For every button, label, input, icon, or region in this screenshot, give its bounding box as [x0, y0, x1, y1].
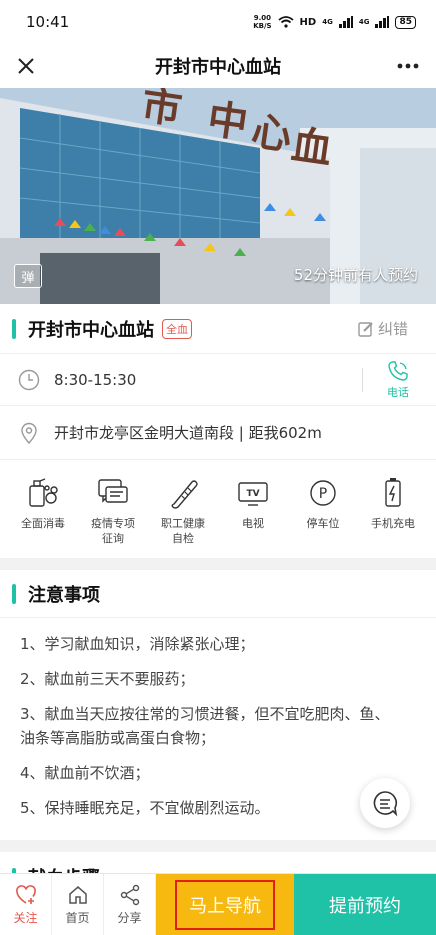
- more-button[interactable]: [394, 52, 422, 80]
- amenity-label: 电视: [242, 517, 264, 530]
- follow-button[interactable]: 关注: [0, 874, 52, 935]
- close-icon: [18, 58, 34, 74]
- correction-label: 纠错: [377, 320, 408, 338]
- station-info-card: 开封市中心血站 全血 纠错 8:30-15:30 电话 开封市龙亭区金明大道南段…: [0, 304, 436, 558]
- navigate-button-highlight: 马上导航: [175, 880, 275, 930]
- amenity-item: TV 电视: [220, 476, 286, 558]
- hours-row: 8:30-15:30 电话: [0, 354, 436, 406]
- note-item: 5、保持睡眠充足，不宜做剧烈运动。: [20, 799, 270, 817]
- note-item: 4、献血前不饮酒；: [20, 764, 150, 782]
- note-item: 3、献血当天应按往常的习惯进餐，但不宜吃肥肉、鱼、油条等高脂肪或高蛋白食物；: [20, 705, 390, 747]
- phone-icon: [388, 361, 408, 381]
- note-item: 2、献血前三天不要服药；: [20, 670, 195, 688]
- book-button[interactable]: 提前预约: [294, 874, 436, 935]
- station-name: 开封市中心血站: [28, 319, 154, 341]
- nav-bar: 开封市中心血站: [0, 44, 436, 88]
- signal-label-2: 4G: [358, 18, 370, 26]
- correction-button[interactable]: 纠错: [358, 318, 408, 339]
- page-title: 开封市中心血站: [155, 57, 281, 78]
- svg-text:TV: TV: [246, 489, 259, 499]
- amenity-item: P 停车位: [290, 476, 356, 558]
- battery-icon: 85: [395, 15, 416, 29]
- phone-button[interactable]: 电话: [380, 360, 416, 402]
- home-icon: [68, 886, 87, 904]
- signal-label-1: 4G: [322, 18, 333, 26]
- notes-list: 1、学习献血知识，消除紧张心理； 2、献血前三天不要服药； 3、献血当天应按往常…: [20, 632, 400, 831]
- note-item: 1、学习献血知识，消除紧张心理；: [20, 635, 255, 653]
- battery-charge-icon: [385, 478, 401, 507]
- amenity-item: 全面消毒: [10, 476, 76, 558]
- amenity-item: 手机充电: [360, 476, 426, 558]
- consult-icon: [98, 479, 128, 503]
- chat-button[interactable]: [360, 778, 410, 828]
- network-speed: 9.00 KB/S: [253, 14, 272, 30]
- home-label: 首页: [65, 911, 90, 925]
- navigate-button[interactable]: 马上导航: [156, 874, 294, 935]
- svg-text:心: 心: [249, 107, 295, 159]
- chat-icon: [373, 791, 398, 817]
- status-bar: 10:41 9.00 KB/S HD 4G 4G 85: [0, 0, 436, 44]
- amenity-label: 疫情专项 征询: [91, 517, 135, 545]
- signal-icon: [375, 16, 390, 28]
- location-pin-icon: [21, 422, 37, 444]
- wifi-icon: [277, 16, 294, 28]
- navigate-label: 马上导航: [189, 896, 261, 917]
- address-row[interactable]: 开封市龙亭区金明大道南段 | 距我602m: [0, 406, 436, 460]
- phone-label: 电话: [387, 386, 409, 399]
- follow-label: 关注: [13, 911, 38, 925]
- svg-text:P: P: [319, 486, 327, 502]
- danmu-toggle[interactable]: 弹: [14, 264, 42, 288]
- share-icon: [120, 884, 139, 906]
- disinfect-icon: [29, 478, 58, 507]
- notes-header: 注意事项: [0, 570, 436, 618]
- clock-icon: [18, 369, 40, 390]
- opening-hours: 8:30-15:30: [54, 370, 137, 389]
- status-time: 10:41: [26, 13, 70, 31]
- station-photo[interactable]: 市 中 心 血 弹 52分钟前有人预约: [0, 88, 436, 304]
- edit-icon: [358, 321, 373, 337]
- amenity-label: 全面消毒: [21, 517, 65, 530]
- tv-icon: TV: [238, 482, 268, 506]
- book-label: 提前预约: [329, 896, 401, 917]
- home-button[interactable]: 首页: [52, 874, 104, 935]
- blood-type-badge: 全血: [162, 318, 192, 339]
- parking-icon: P: [310, 480, 336, 506]
- more-icon: [397, 63, 419, 69]
- svg-text:血: 血: [289, 121, 335, 173]
- accent-bar: [12, 583, 16, 604]
- svg-text:中: 中: [205, 95, 251, 147]
- share-button[interactable]: 分享: [104, 874, 156, 935]
- network-type: HD: [299, 16, 317, 28]
- amenity-item: 职工健康 自检: [150, 476, 216, 558]
- status-icons: 9.00 KB/S HD 4G 4G 85: [253, 14, 416, 30]
- divider: [362, 368, 363, 392]
- notes-title: 注意事项: [28, 584, 100, 606]
- amenity-label: 职工健康 自检: [161, 517, 205, 545]
- svg-text:市: 市: [139, 88, 185, 133]
- station-name-row: 开封市中心血站 全血 纠错: [0, 304, 436, 354]
- amenities-list: 全面消毒 疫情专项 征询 职工健康 自检 TV 电视 P 停车位 手机充电: [0, 460, 436, 558]
- amenity-item: 疫情专项 征询: [80, 476, 146, 558]
- bottom-action-bar: 关注 首页 分享 马上导航 提前预约: [0, 873, 436, 935]
- amenity-label: 停车位: [306, 517, 340, 530]
- signal-icon: [338, 16, 353, 28]
- thermometer-icon: [171, 480, 198, 509]
- accent-bar: [12, 318, 16, 339]
- close-button[interactable]: [12, 52, 40, 80]
- station-address: 开封市龙亭区金明大道南段 | 距我602m: [54, 424, 322, 442]
- heart-plus-icon: [15, 885, 36, 904]
- amenity-label: 手机充电: [371, 517, 415, 530]
- booking-note: 52分钟前有人预约: [293, 266, 418, 284]
- share-label: 分享: [117, 911, 142, 925]
